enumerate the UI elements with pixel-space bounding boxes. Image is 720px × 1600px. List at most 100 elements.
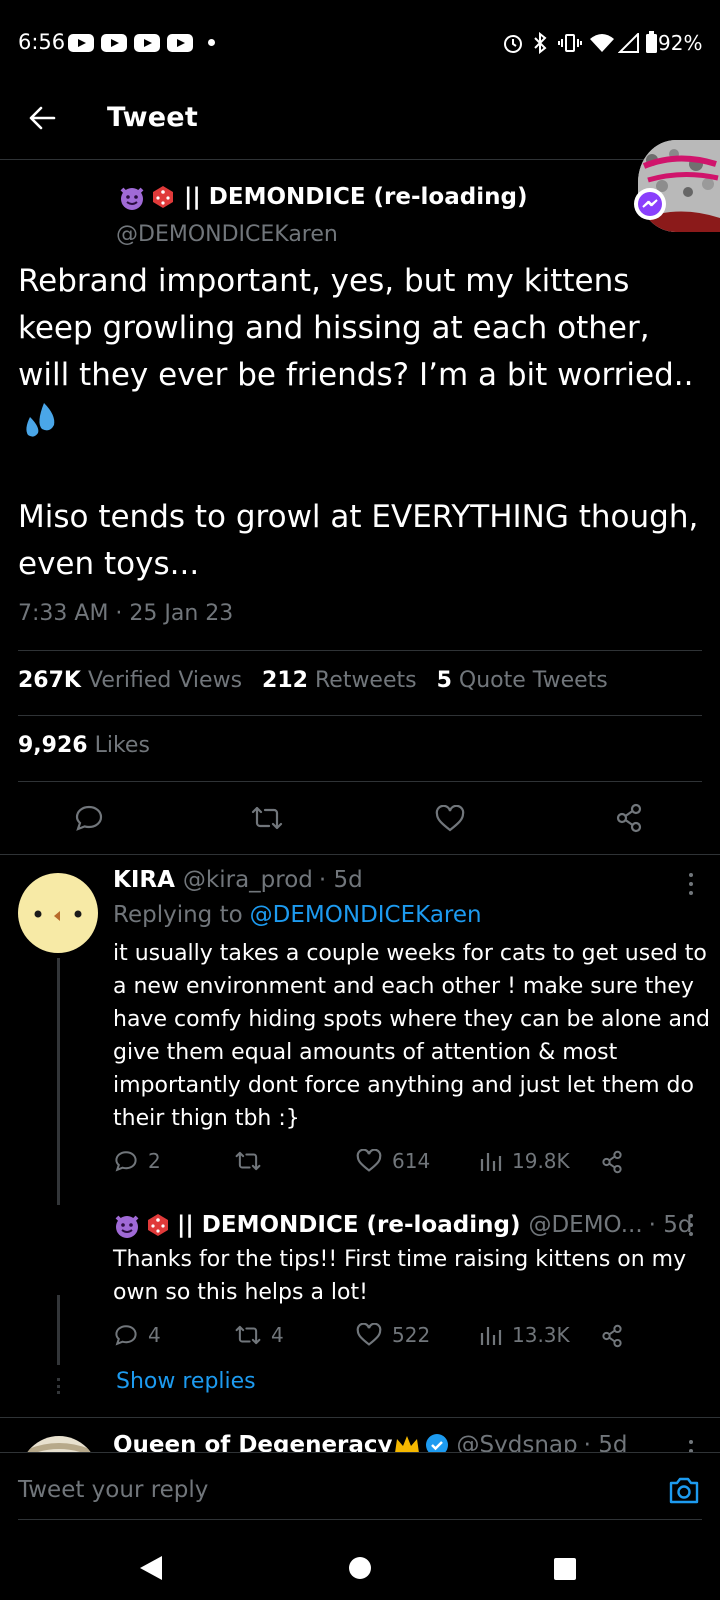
tweet-text-paragraph-2: Miso tends to growl at EVERYTHING though…: [18, 499, 709, 582]
retweet-icon: [235, 1151, 261, 1171]
reply-retweet-button[interactable]: [235, 1149, 271, 1173]
views-stat[interactable]: 267K Verified Views: [18, 668, 242, 693]
more-notifications-dot: [208, 39, 215, 46]
reply-icon: [115, 1151, 137, 1172]
messenger-badge-icon: [634, 188, 666, 220]
likes-label: Likes: [94, 733, 150, 758]
crown-emoji-icon: [394, 1436, 419, 1452]
reply-header: || DEMONDICE (re-loading) @DEMO... · 5d: [113, 1211, 693, 1239]
reply-icon: [115, 1325, 137, 1346]
reply-reply-button[interactable]: 2: [114, 1149, 161, 1173]
alarm-icon: [504, 35, 522, 53]
retweets-stat[interactable]: 212 Retweets: [262, 668, 417, 693]
like-heart-icon: [356, 1323, 382, 1346]
retweets-count: 212: [262, 668, 308, 693]
replying-to: Replying to @DEMONDICEKaren: [113, 902, 482, 928]
reply-author-handle[interactable]: @Sydsnap: [457, 1432, 578, 1452]
status-bar: 6:56 92%: [0, 0, 720, 88]
verified-badge-icon: [425, 1434, 448, 1452]
tweet-timestamp: 7:33 AM · 25 Jan 23: [18, 601, 234, 626]
show-replies-link[interactable]: Show replies: [116, 1369, 256, 1394]
reply-text: Thanks for the tips!! First time raising…: [113, 1247, 687, 1305]
reply-header: KIRA @kira_prod · 5d: [113, 867, 363, 893]
wifi-icon: [590, 34, 614, 52]
reply-retweet-button[interactable]: 4: [235, 1323, 284, 1347]
divider: [18, 781, 702, 782]
reply-text: it usually takes a couple weeks for cats…: [113, 941, 710, 1131]
reply-count: 4: [148, 1323, 161, 1347]
page-title: Tweet: [107, 102, 198, 133]
replying-to-handle[interactable]: @DEMONDICEKaren: [250, 902, 482, 928]
share-icon[interactable]: [615, 803, 643, 833]
reply-time: · 5d: [318, 867, 363, 893]
reply-tweet-partial[interactable]: Queen of Degeneracy @Sydsnap · 5d: [0, 1418, 720, 1452]
devil-emoji-icon: [115, 1215, 139, 1238]
quotes-stat[interactable]: 5 Quote Tweets: [437, 668, 608, 693]
nav-home-icon[interactable]: [348, 1556, 372, 1580]
like-count: 614: [392, 1149, 431, 1173]
views-label: Verified Views: [87, 668, 243, 693]
author-name-label: || DEMONDICE (re-loading): [184, 184, 528, 210]
like-heart-icon[interactable]: [435, 805, 465, 833]
reply-input[interactable]: Tweet your reply: [18, 1477, 208, 1503]
back-arrow-icon[interactable]: [28, 104, 56, 132]
reply-header: Queen of Degeneracy @Sydsnap · 5d: [113, 1432, 627, 1452]
devil-emoji-icon: [120, 187, 144, 210]
system-navigation-bar: [0, 1534, 720, 1600]
dice-emoji-icon: [153, 186, 173, 208]
tweet-stats: 267K Verified Views 212 Retweets 5 Quote…: [18, 668, 608, 693]
quotes-count: 5: [436, 668, 452, 693]
battery-percentage: 92%: [658, 31, 703, 55]
more-options-icon[interactable]: [688, 873, 694, 900]
reply-views-button[interactable]: 19.8K: [478, 1149, 570, 1173]
views-count: 19.8K: [512, 1149, 570, 1173]
more-options-icon[interactable]: [688, 1440, 694, 1452]
reply-author-handle[interactable]: @DEMO...: [528, 1212, 642, 1238]
likes-stat[interactable]: 9,926 Likes: [18, 733, 150, 758]
reply-like-button[interactable]: 614: [356, 1149, 430, 1173]
reply-author-name[interactable]: KIRA: [113, 867, 175, 893]
youtube-notification-icon: [134, 34, 160, 52]
youtube-notification-icon: [167, 34, 193, 52]
top-header: Tweet: [0, 88, 720, 160]
divider: [18, 715, 702, 716]
like-count: 522: [392, 1323, 431, 1347]
divider: [18, 650, 702, 651]
reply-composer[interactable]: Tweet your reply: [0, 1452, 720, 1534]
nav-back-icon[interactable]: [138, 1554, 164, 1582]
reply-author-name[interactable]: || DEMONDICE (re-loading): [177, 1212, 520, 1238]
like-heart-icon: [356, 1149, 382, 1172]
nav-recents-icon[interactable]: [553, 1557, 577, 1581]
retweet-icon: [235, 1325, 261, 1345]
author-name[interactable]: || DEMONDICE (re-loading): [118, 183, 527, 211]
share-icon[interactable]: [601, 1150, 623, 1174]
share-icon[interactable]: [601, 1324, 623, 1348]
retweet-icon[interactable]: [251, 804, 283, 832]
reply-like-button[interactable]: 522: [356, 1323, 430, 1347]
camera-icon[interactable]: [668, 1475, 700, 1505]
reply-time: · 5d: [648, 1212, 693, 1238]
retweets-label: Retweets: [314, 668, 417, 693]
reply-count: 2: [148, 1149, 161, 1173]
reply-icon[interactable]: [74, 803, 104, 833]
status-time: 6:56: [18, 30, 66, 54]
thread-line: [57, 1295, 60, 1365]
tweet-text: Rebrand important, yes, but my kittens k…: [18, 258, 708, 588]
reply-views-button[interactable]: 13.3K: [478, 1323, 570, 1347]
reply-reply-button[interactable]: 4: [114, 1323, 161, 1347]
reply-avatar[interactable]: [18, 873, 98, 953]
views-chart-icon: [480, 1153, 502, 1171]
signal-icon: [618, 33, 639, 53]
likes-count: 9,926: [18, 733, 88, 758]
reply-avatar[interactable]: [20, 1436, 98, 1452]
reply-author-name[interactable]: Queen of Degeneracy: [113, 1432, 393, 1452]
author-handle[interactable]: @DEMONDICEKaren: [116, 222, 338, 247]
views-count: 267K: [18, 668, 81, 693]
views-count: 13.3K: [512, 1323, 570, 1347]
divider: [18, 1519, 702, 1520]
replying-to-prefix: Replying to: [113, 902, 243, 928]
youtube-notification-icon: [101, 34, 127, 52]
reply-author-handle[interactable]: @kira_prod: [183, 867, 313, 893]
youtube-notification-icon: [68, 34, 94, 52]
more-options-icon[interactable]: [688, 1214, 694, 1241]
